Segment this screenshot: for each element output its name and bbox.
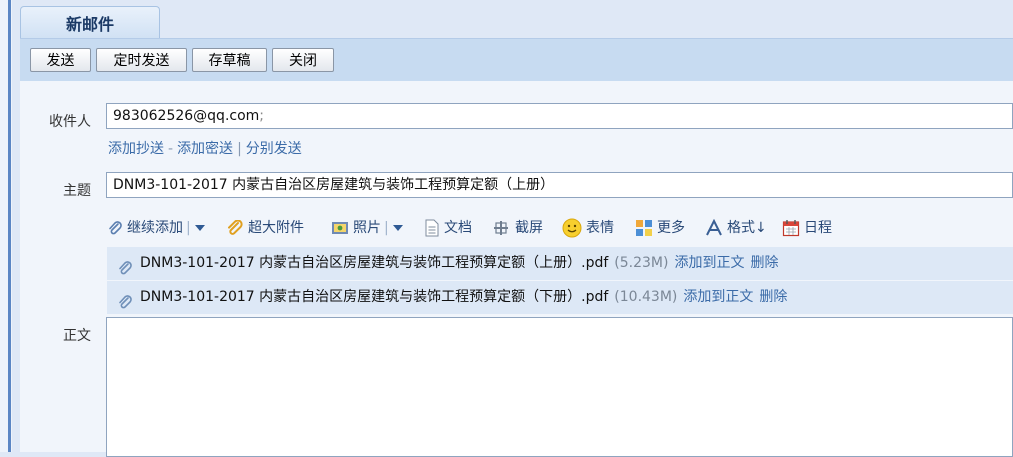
emoticon-label: 表情 xyxy=(586,220,614,236)
subject-input[interactable]: DNM3-101-2017 内蒙古自治区房屋建筑与装饰工程预算定额（上册） xyxy=(106,172,1013,198)
screenshot-icon xyxy=(494,221,508,235)
attachment-size: (5.23M) xyxy=(614,255,669,271)
subject-label: 主题 xyxy=(63,183,91,199)
photo-icon xyxy=(332,222,348,234)
body-label: 正文 xyxy=(63,328,91,344)
add-to-body-link[interactable]: 添加到正文 xyxy=(674,255,744,271)
recipient-label: 收件人 xyxy=(49,114,91,130)
document-label: 文档 xyxy=(444,220,472,236)
delete-attachment-link[interactable]: 删除 xyxy=(750,255,778,271)
paperclip-icon xyxy=(109,221,122,235)
recipient-address: 983062526@qq.com xyxy=(113,108,260,124)
format-button[interactable]: 格式↓ xyxy=(705,217,767,239)
attachment-size: (10.43M) xyxy=(614,289,678,305)
attachment-filename: DNM3-101-2017 内蒙古自治区房屋建筑与装饰工程预算定额（上册）.pd… xyxy=(140,255,609,271)
recipient-links: 添加抄送 - 添加密送 | 分别发送 xyxy=(108,138,302,158)
body-editor[interactable] xyxy=(106,317,1013,457)
link-separator: - xyxy=(168,141,174,157)
more-button[interactable]: 更多 xyxy=(635,217,685,239)
dropdown-arrow-icon[interactable] xyxy=(194,224,206,232)
add-to-body-link[interactable]: 添加到正文 xyxy=(683,289,753,305)
continue-add-button[interactable]: 继续添加 | xyxy=(107,217,210,239)
more-grid-icon xyxy=(636,220,652,236)
compose-toolbar: 发送 定时发送 存草稿 关闭 xyxy=(20,38,1013,82)
left-edge xyxy=(0,0,12,452)
attachment-toolbar: 继续添加 | 超大附件 照片 | 文档 截屏 表情 更多 格式↓ 日程 xyxy=(105,217,1013,239)
dropdown-arrow-icon[interactable] xyxy=(392,224,404,232)
attachment-row: DNM3-101-2017 内蒙古自治区房屋建筑与装饰工程预算定额（下册）.pd… xyxy=(107,281,1013,314)
delete-attachment-link[interactable]: 删除 xyxy=(759,289,787,305)
attachment-row: DNM3-101-2017 内蒙古自治区房屋建筑与装饰工程预算定额（上册）.pd… xyxy=(107,247,1013,280)
attachment-filename: DNM3-101-2017 内蒙古自治区房屋建筑与装饰工程预算定额（下册）.pd… xyxy=(140,289,609,305)
document-button[interactable]: 文档 xyxy=(424,217,472,239)
schedule-label: 日程 xyxy=(804,220,832,236)
continue-add-label: 继续添加 xyxy=(127,220,183,236)
send-button[interactable]: 发送 xyxy=(30,48,91,72)
photo-button[interactable]: 照片 | xyxy=(331,217,408,239)
schedule-button[interactable]: 日程 xyxy=(782,217,832,239)
screenshot-button[interactable]: 截屏 xyxy=(491,217,543,239)
large-attachment-icon xyxy=(228,220,243,235)
recipient-separator: ; xyxy=(259,108,265,124)
send-separately-link[interactable]: 分别发送 xyxy=(246,141,302,157)
smiley-icon xyxy=(562,218,582,238)
emoticon-button[interactable]: 表情 xyxy=(562,217,614,239)
link-separator: | xyxy=(237,141,242,157)
add-cc-link[interactable]: 添加抄送 xyxy=(108,141,164,157)
save-draft-button[interactable]: 存草稿 xyxy=(192,48,267,72)
close-button[interactable]: 关闭 xyxy=(272,48,334,72)
screenshot-label: 截屏 xyxy=(515,220,543,236)
format-icon xyxy=(706,219,722,236)
calendar-icon xyxy=(782,220,800,237)
large-attachment-button[interactable]: 超大附件 xyxy=(226,217,304,239)
scheduled-send-button[interactable]: 定时发送 xyxy=(96,48,187,72)
format-label: 格式↓ xyxy=(727,220,767,236)
add-bcc-link[interactable]: 添加密送 xyxy=(177,141,233,157)
photo-label: 照片 xyxy=(353,220,381,236)
document-icon xyxy=(425,219,439,237)
large-attachment-label: 超大附件 xyxy=(248,220,304,236)
more-label: 更多 xyxy=(657,220,685,236)
recipient-input[interactable]: 983062526@qq.com; xyxy=(106,103,1013,129)
